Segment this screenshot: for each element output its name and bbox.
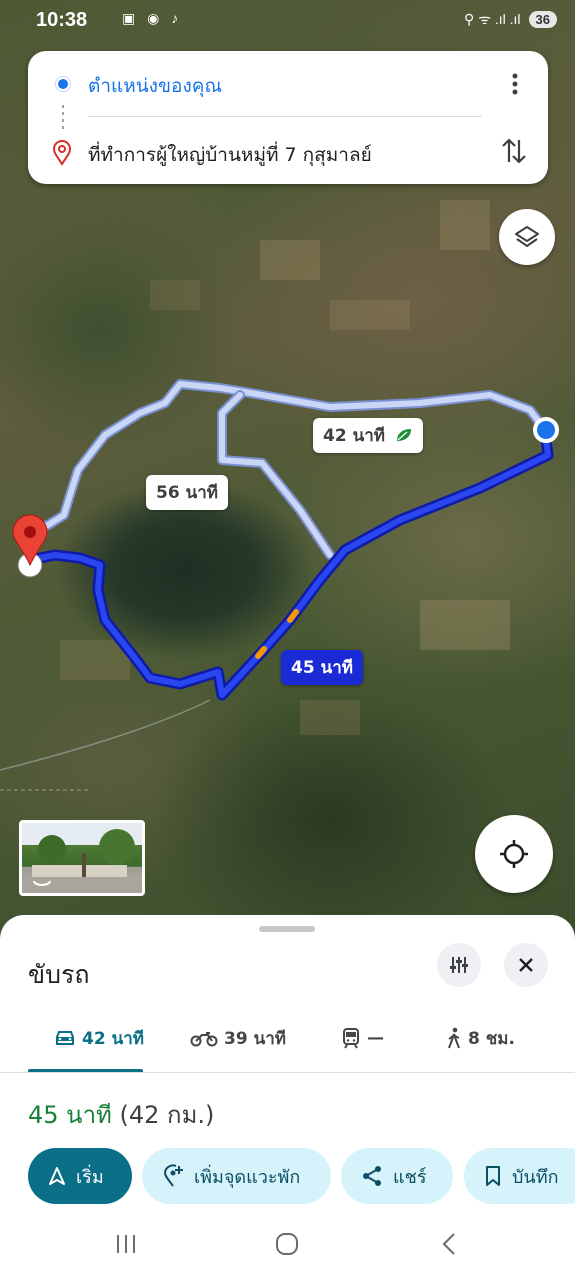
home-icon[interactable] — [275, 1232, 299, 1256]
close-button[interactable] — [504, 943, 548, 987]
drag-handle[interactable] — [259, 926, 315, 932]
train-icon — [343, 1028, 359, 1049]
tab-walk[interactable]: 8 ชม. — [446, 1020, 515, 1056]
summary-duration: 45 นาที — [28, 1101, 112, 1129]
tab-label: 39 นาที — [224, 1028, 286, 1049]
route-duration-text: 45 นาที — [291, 658, 353, 678]
more-options-icon[interactable] — [503, 70, 527, 98]
start-button[interactable]: เริ่ม — [28, 1148, 132, 1204]
layers-button[interactable] — [499, 209, 555, 265]
route-duration-text: 42 นาที — [323, 426, 385, 446]
destination-field[interactable]: ที่ทำการผู้ใหญ่บ้านหมู่ที่ 7 กุสุมาลย์ — [88, 140, 372, 170]
route-connector-dots — [62, 105, 64, 129]
route-label-56min[interactable]: 56 นาที — [146, 475, 228, 510]
status-indicators: ⚲ ᯤ .ıl .ıl 36 — [464, 10, 557, 29]
swap-icon[interactable] — [500, 136, 528, 166]
route-options-button[interactable] — [437, 943, 481, 987]
origin-field[interactable]: ตำแหน่งของคุณ — [88, 71, 222, 101]
recent-apps-icon[interactable] — [114, 1232, 138, 1256]
share-label: แชร์ — [393, 1166, 427, 1188]
field-divider — [88, 116, 482, 117]
my-location-button[interactable] — [475, 815, 553, 893]
walk-icon — [448, 1027, 460, 1049]
tab-label: 8 ชม. — [468, 1028, 515, 1049]
tune-icon — [450, 957, 468, 973]
tab-label: — — [367, 1028, 384, 1048]
crosshair-icon — [500, 840, 528, 868]
bookmark-icon — [486, 1166, 500, 1186]
tab-drive[interactable]: 42 นาที — [54, 1020, 144, 1056]
destination-pin-marker[interactable] — [12, 514, 48, 578]
car-icon — [56, 1031, 74, 1045]
summary-distance: (42 กม.) — [119, 1101, 215, 1129]
start-button-label: เริ่ม — [76, 1166, 104, 1188]
route-label-42min[interactable]: 42 นาที — [313, 418, 423, 453]
tab-transit[interactable]: — — [341, 1020, 384, 1056]
close-icon — [519, 958, 533, 972]
sheet-title: ขับรถ — [28, 960, 90, 989]
street-view-thumbnail[interactable] — [19, 820, 145, 896]
layers-icon — [515, 226, 539, 247]
save-label: บันทึก — [512, 1166, 559, 1188]
tabs-divider — [0, 1072, 575, 1073]
back-icon[interactable] — [438, 1232, 462, 1256]
navigation-arrow-icon — [49, 1167, 65, 1185]
signal-icons: ⚲ ᯤ .ıl .ıl — [464, 11, 521, 27]
share-button[interactable]: แชร์ — [341, 1148, 453, 1204]
notification-icons: ▣ ◉ ♪ — [122, 10, 183, 26]
add-stop-label: เพิ่มจุดแวะพัก — [194, 1166, 301, 1188]
system-nav-bar — [0, 1210, 575, 1280]
tab-motorcycle[interactable]: 39 นาที — [190, 1020, 286, 1056]
route-label-45min[interactable]: 45 นาที — [281, 650, 363, 685]
status-time: 10:38 — [36, 9, 88, 31]
destination-pin-icon — [52, 140, 72, 166]
route-summary: 45 นาที (42 กม.) — [28, 1095, 214, 1134]
save-button[interactable]: บันทึก — [464, 1148, 575, 1204]
share-icon — [363, 1166, 381, 1186]
eco-leaf-icon — [396, 429, 411, 441]
origin-dot-icon — [56, 77, 70, 91]
alt-route-north[interactable] — [25, 379, 550, 535]
tab-label: 42 นาที — [82, 1028, 144, 1049]
motorcycle-icon — [190, 1032, 218, 1047]
current-location-marker[interactable] — [533, 417, 559, 443]
add-stop-button[interactable]: เพิ่มจุดแวะพัก — [142, 1148, 331, 1204]
route-duration-text: 56 นาที — [156, 483, 218, 503]
battery-indicator: 36 — [528, 11, 557, 28]
street-view-image — [22, 823, 142, 893]
add-location-icon — [163, 1164, 183, 1187]
status-bar: 10:38 ▣ ◉ ♪ ⚲ ᯤ .ıl .ıl 36 — [0, 0, 575, 42]
